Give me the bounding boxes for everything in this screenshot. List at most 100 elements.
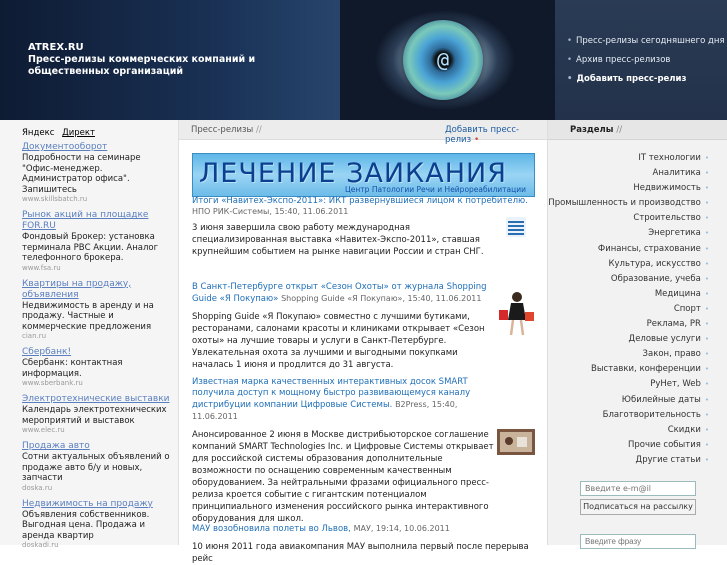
- category-link[interactable]: Реклама, PR •: [548, 317, 709, 332]
- category-label: Выставки, конференции: [591, 364, 701, 375]
- category-link[interactable]: IT технологии •: [548, 151, 709, 166]
- ad-url[interactable]: www.skillsbatch.ru: [22, 195, 172, 204]
- news-item: В Санкт-Петербурге открыт «Сезон Охоты» …: [192, 282, 535, 371]
- sections-header: Разделы //: [548, 120, 727, 140]
- category-link[interactable]: Аналитика •: [548, 166, 710, 181]
- category-list: IT технологии • Аналитика • Недвижимость • Про…: [548, 151, 709, 468]
- top-menu-label: Архив пресс-релизов: [576, 55, 671, 65]
- ad-url[interactable]: doska.ru: [22, 484, 172, 493]
- category-link[interactable]: Благотворительность •: [548, 408, 709, 423]
- ad-text: Подробности на семинаре "Офис-менеджер. …: [22, 153, 141, 195]
- site-slogan: Пресс-релизы коммерческих компаний и общ…: [28, 54, 256, 77]
- ad-title-link[interactable]: Квартиры на продажу, объявления: [22, 279, 172, 301]
- news-item: МАУ возобновила полеты во Львов, МАУ, 19…: [192, 523, 535, 565]
- bullet-icon: •: [704, 274, 709, 283]
- bullet-icon: •: [704, 289, 709, 298]
- category-label: Образование, учеба: [610, 273, 701, 284]
- smart-board-image: [497, 429, 535, 455]
- bullet-icon: •: [704, 350, 709, 359]
- category-link[interactable]: Другие статьи •: [548, 453, 709, 468]
- category-label: РуНет, Web: [650, 379, 701, 390]
- ad-text: Объявления собственников. Выгодная цена.…: [22, 509, 150, 541]
- category-link[interactable]: Медицина •: [548, 287, 709, 302]
- category-label: Финансы, страхование: [597, 243, 701, 254]
- bullet-icon: •: [704, 244, 709, 253]
- news-meta: Shopping Guide «Я Покупаю», 15:40, 11.06…: [281, 294, 482, 303]
- ad-title-link[interactable]: Электротехнические выставки: [22, 394, 172, 405]
- top-menu-today[interactable]: • Пресс-релизы сегодняшнего дня: [567, 36, 725, 46]
- category-label: Медицина: [654, 288, 701, 299]
- bullet-icon: •: [704, 425, 709, 434]
- ad-url[interactable]: cian.ru: [22, 332, 172, 341]
- main-header-bar: Пресс-релизы // Добавить пресс-релиз •: [179, 120, 547, 145]
- news-title[interactable]: Известная марка качественных интерактивн…: [192, 377, 490, 423]
- category-link[interactable]: Деловые услуги •: [548, 332, 709, 347]
- left-sidebar: Яндекс Директ Документооборот Подробности…: [0, 120, 179, 549]
- ad-url[interactable]: doskadi.ru: [22, 541, 172, 550]
- category-link[interactable]: Недвижимость •: [548, 181, 709, 196]
- company-logo-icon: [506, 217, 526, 237]
- bullet-icon: •: [567, 36, 573, 46]
- bullet-icon: •: [704, 259, 709, 268]
- ad-text: Фондовый Брокер: установка терминала РВС…: [22, 232, 159, 263]
- category-link[interactable]: Энергетика •: [548, 226, 709, 241]
- email-field[interactable]: [580, 481, 696, 496]
- ad-text: Сотни актуальных объявлений о продаже ав…: [22, 452, 170, 483]
- breadcrumb-separator: //: [255, 125, 262, 135]
- ad-url[interactable]: www.elec.ru: [22, 426, 172, 435]
- news-title-text[interactable]: МАУ возобновила полеты во Львов: [192, 524, 348, 534]
- ad-title-link[interactable]: Продажа авто: [22, 441, 172, 452]
- category-link[interactable]: Прочие события •: [548, 438, 709, 453]
- yandex-direct-label[interactable]: Яндекс Директ: [22, 128, 95, 138]
- bullet-icon: •: [704, 455, 709, 464]
- right-sidebar: Разделы // IT технологии • Аналитика • Недви…: [547, 120, 727, 549]
- category-link[interactable]: Культура, искусство •: [548, 257, 709, 272]
- category-label: IT технологии: [638, 153, 701, 163]
- category-link[interactable]: РуНет, Web •: [548, 377, 709, 392]
- category-link[interactable]: Выставки, конференции •: [548, 362, 709, 377]
- top-menu-label: Добавить пресс-релиз: [576, 74, 687, 84]
- news-title[interactable]: В Санкт-Петербурге открыт «Сезон Охоты» …: [192, 282, 502, 305]
- category-link[interactable]: Образование, учеба •: [548, 272, 709, 287]
- breadcrumb: Пресс-релизы //: [191, 125, 262, 135]
- search-input[interactable]: [580, 534, 696, 549]
- ad-banner[interactable]: ЛЕЧЕНИЕ ЗАИКАНИЯ Центр Патологии Речи и …: [192, 153, 535, 197]
- category-link[interactable]: Юбилейные даты •: [548, 393, 709, 408]
- ad-title-link[interactable]: Рынок акций на площадке FOR.RU: [22, 210, 172, 232]
- bullet-icon: •: [704, 199, 709, 208]
- ad-item: Сбербанк! Сбербанк: контактная информация…: [22, 347, 172, 388]
- news-title[interactable]: Итоги «Навитех-Экспо-2011»: ИКТ разверну…: [192, 196, 535, 207]
- ad-title-link[interactable]: Недвижимость на продажу: [22, 499, 172, 510]
- bullet-icon: •: [474, 135, 480, 145]
- subscribe-button[interactable]: Подписаться на рассылку: [580, 499, 696, 515]
- direct-label[interactable]: Директ: [62, 128, 95, 138]
- news-title-text[interactable]: Итоги «Навитех-Экспо-2011»: ИКТ разверну…: [192, 196, 528, 206]
- news-body: Shopping Guide «Я Покупаю» совместно с л…: [192, 312, 485, 370]
- category-link[interactable]: Промышленность и производство •: [548, 196, 709, 211]
- breadcrumb-current[interactable]: Пресс-релизы: [191, 125, 253, 135]
- news-meta: МАУ, 19:14, 10.06.2011: [353, 524, 450, 533]
- top-menu-archive[interactable]: • Архив пресс-релизов: [567, 55, 725, 65]
- ad-item: Электротехнические выставки Календарь эле…: [22, 394, 172, 435]
- ad-url[interactable]: www.sberbank.ru: [22, 379, 172, 388]
- ad-text: Календарь электротехнических мероприятий…: [22, 405, 167, 426]
- sections-title-text: Разделы: [570, 125, 614, 135]
- ad-title-link[interactable]: Документооборот: [22, 142, 172, 153]
- category-link[interactable]: Закон, право •: [548, 347, 709, 362]
- news-body: Анонсированное 2 июня в Москве дистрибью…: [192, 430, 494, 524]
- add-release-link[interactable]: Добавить пресс-релиз •: [445, 125, 547, 145]
- category-label: Благотворительность: [602, 409, 701, 420]
- bullet-icon: •: [704, 320, 709, 329]
- ad-url[interactable]: www.fsa.ru: [22, 264, 172, 273]
- top-menu-add[interactable]: • Добавить пресс-релиз: [567, 74, 725, 84]
- ad-title-link[interactable]: Сбербанк!: [22, 347, 172, 358]
- category-link[interactable]: Спорт •: [548, 302, 709, 317]
- category-link[interactable]: Скидки •: [548, 423, 709, 438]
- site-name[interactable]: ATREX.RU: [28, 42, 84, 53]
- category-link[interactable]: Строительство •: [548, 211, 709, 226]
- news-title[interactable]: МАУ возобновила полеты во Львов, МАУ, 19…: [192, 523, 535, 535]
- ad-item: Рынок акций на площадке FOR.RU Фондовый Б…: [22, 210, 172, 273]
- category-label: Скидки: [667, 424, 701, 435]
- category-label: Спорт: [673, 303, 701, 314]
- category-link[interactable]: Финансы, страхование •: [548, 242, 709, 257]
